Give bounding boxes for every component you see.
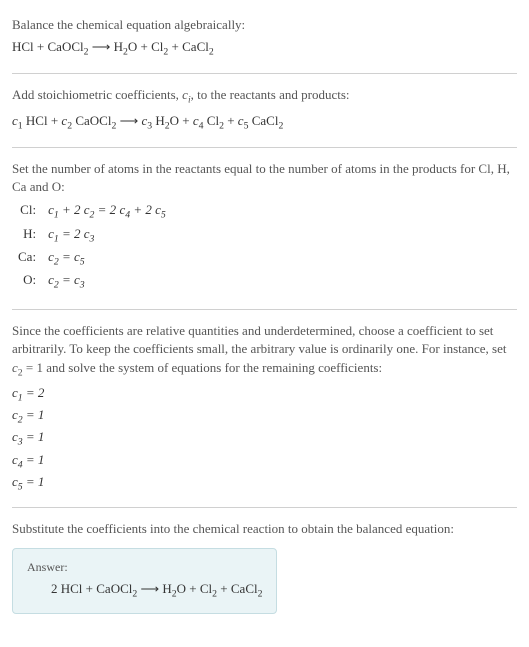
intro-text-5: Substitute the coefficients into the che… (12, 520, 517, 538)
r0eq: = 2 (94, 202, 119, 217)
atom-eq-ca: c2 = c5 (42, 247, 172, 270)
answer-label: Answer: (27, 559, 262, 576)
equation-with-coefficients: c1 HCl + c2 CaOCl2 ⟶ c3 H2O + c4 Cl2 + c… (12, 112, 517, 133)
intro-text-4: Since the coefficients are relative quan… (12, 322, 517, 380)
t6: + (224, 113, 238, 128)
section-balance-intro: Balance the chemical equation algebraica… (12, 8, 517, 69)
intro-2a: Add stoichiometric coefficients, (12, 87, 182, 102)
atom-label-ca: Ca: (12, 247, 42, 270)
r2eq: = (59, 249, 74, 264)
coeff-line-4: c4 = 1 (12, 451, 517, 472)
table-row: O: c2 = c3 (12, 270, 172, 293)
l1v: = 1 (23, 407, 45, 422)
intro-4b: = 1 and solve the system of equations fo… (23, 360, 382, 375)
eq-rhs-sub-3: 2 (209, 47, 214, 58)
t4: O + (170, 113, 193, 128)
section-answer: Substitute the coefficients into the che… (12, 512, 517, 622)
l3v: = 1 (23, 452, 45, 467)
divider-1 (12, 73, 517, 74)
eq-rhs-2: O + Cl (128, 39, 164, 54)
coeff-line-2: c2 = 1 (12, 406, 517, 427)
balanced-equation: 2 HCl + CaOCl2 ⟶ H2O + Cl2 + CaCl2 (27, 580, 262, 601)
coeff-line-5: c5 = 1 (12, 473, 517, 494)
coeff-line-1: c1 = 2 (12, 384, 517, 405)
r1sc: 3 (90, 233, 95, 244)
aeq3: H (162, 581, 171, 596)
intro-text-2: Add stoichiometric coefficients, ci, to … (12, 86, 517, 107)
table-row: Cl: c1 + 2 c2 = 2 c4 + 2 c5 (12, 200, 172, 223)
arrow2: ⟶ (116, 113, 141, 128)
aeq7: + CaCl (217, 581, 258, 596)
l2v: = 1 (23, 429, 45, 444)
aeq8: 2 (258, 589, 263, 600)
t3: H (152, 113, 165, 128)
equation-unbalanced: HCl + CaOCl2 ⟶ H2O + Cl2 + CaCl2 (12, 38, 517, 59)
intro-4a: Since the coefficients are relative quan… (12, 323, 507, 356)
r0sd: 5 (161, 210, 166, 221)
r0m2: + 2 (130, 202, 155, 217)
r3sc: 3 (80, 280, 85, 291)
eq-lhs-1: HCl + CaOCl (12, 39, 84, 54)
l4v: = 1 (23, 474, 45, 489)
aeqarrow: ⟶ (137, 581, 162, 596)
intro-text-3: Set the number of atoms in the reactants… (12, 160, 517, 196)
section-atom-equations: Set the number of atoms in the reactants… (12, 152, 517, 305)
atom-balance-table: Cl: c1 + 2 c2 = 2 c4 + 2 c5 H: c1 = 2 c3… (12, 200, 172, 293)
l0v: = 2 (23, 385, 45, 400)
r2sc: 5 (80, 256, 85, 267)
intro-2b: , to the reactants and products: (191, 87, 350, 102)
r3eq: = (59, 272, 74, 287)
atom-eq-h: c1 = 2 c3 (42, 224, 172, 247)
divider-4 (12, 507, 517, 508)
eq-rhs-1: H (114, 39, 123, 54)
answer-box: Answer: 2 HCl + CaOCl2 ⟶ H2O + Cl2 + CaC… (12, 548, 277, 614)
coeff-line-3: c3 = 1 (12, 428, 517, 449)
t7: CaCl (248, 113, 278, 128)
atom-label-o: O: (12, 270, 42, 293)
divider-2 (12, 147, 517, 148)
section-solve: Since the coefficients are relative quan… (12, 314, 517, 503)
r0m1: + 2 (59, 202, 84, 217)
atom-label-cl: Cl: (12, 200, 42, 223)
table-row: Ca: c2 = c5 (12, 247, 172, 270)
atom-eq-cl: c1 + 2 c2 = 2 c4 + 2 c5 (42, 200, 172, 223)
table-row: H: c1 = 2 c3 (12, 224, 172, 247)
t7s: 2 (278, 120, 283, 131)
aeq1: 2 HCl + CaOCl (51, 581, 132, 596)
r1eq: = 2 (59, 226, 84, 241)
t1: HCl + (23, 113, 62, 128)
t2: CaOCl (72, 113, 111, 128)
atom-eq-o: c2 = c3 (42, 270, 172, 293)
eq-arrow-1: ⟶ (89, 39, 114, 54)
divider-3 (12, 309, 517, 310)
section-add-coefficients: Add stoichiometric coefficients, ci, to … (12, 78, 517, 142)
aeq5: O + Cl (177, 581, 213, 596)
intro-text-1: Balance the chemical equation algebraica… (12, 16, 517, 34)
eq-rhs-3: + CaCl (168, 39, 209, 54)
atom-label-h: H: (12, 224, 42, 247)
t5: Cl (204, 113, 220, 128)
